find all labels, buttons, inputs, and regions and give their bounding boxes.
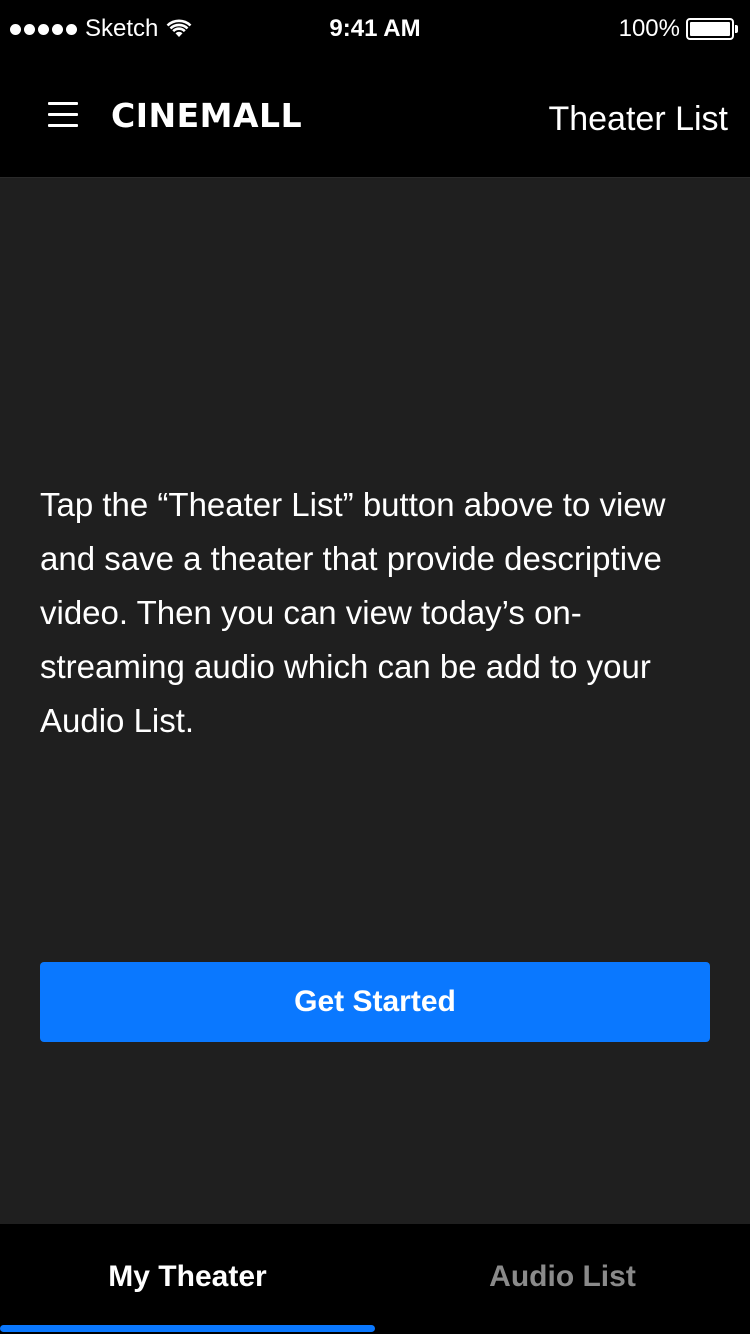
tab-audio-list-label: Audio List (489, 1260, 636, 1293)
tab-my-theater-label: My Theater (108, 1260, 267, 1293)
tab-my-theater[interactable]: My Theater (0, 1224, 375, 1334)
theater-list-link[interactable]: Theater List (548, 100, 728, 139)
tab-audio-list[interactable]: Audio List (375, 1224, 750, 1334)
get-started-button[interactable]: Get Started (40, 962, 710, 1042)
app-screen: Sketch 9:41 AM 100% CINEMALL Theater Lis… (0, 0, 750, 1334)
battery-percentage: 100% (618, 15, 680, 42)
empty-state-message: Tap the “Theater List” button above to v… (40, 486, 666, 739)
menu-icon[interactable] (48, 102, 78, 128)
app-header: CINEMALL Theater List (0, 56, 750, 178)
status-right: 100% (618, 15, 738, 43)
active-tab-indicator (0, 1325, 375, 1332)
status-bar: Sketch 9:41 AM 100% (0, 0, 750, 56)
battery-icon (686, 18, 738, 40)
bottom-tab-bar: My Theater Audio List (0, 1224, 750, 1334)
app-logo: CINEMALL (111, 96, 303, 135)
